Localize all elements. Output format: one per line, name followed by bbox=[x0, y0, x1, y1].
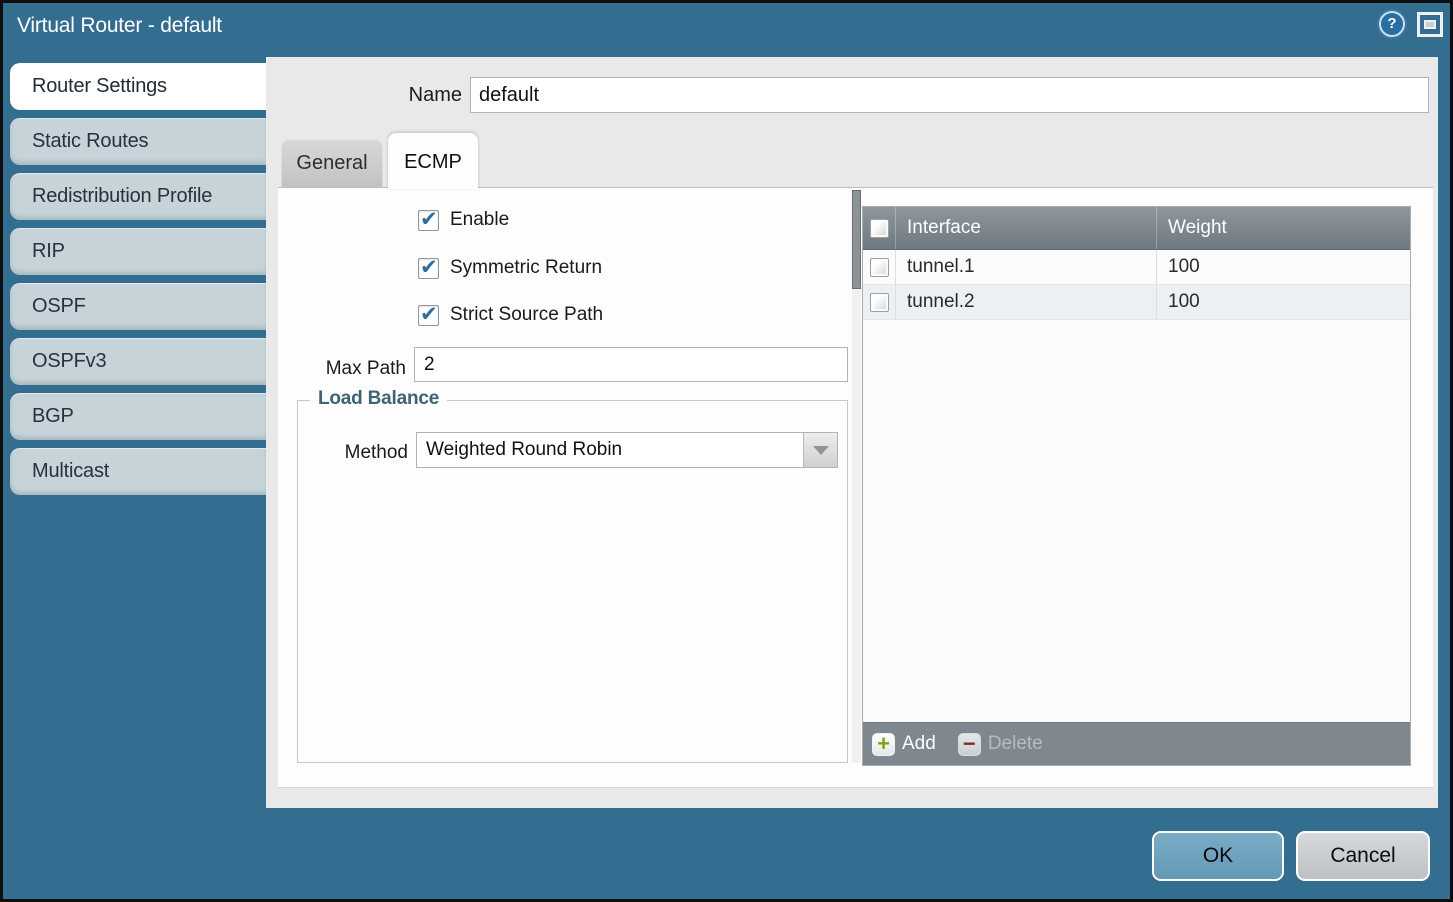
enable-label: Enable bbox=[450, 209, 509, 231]
restore-window-icon[interactable] bbox=[1417, 12, 1443, 37]
strict-source-path-label: Strict Source Path bbox=[450, 304, 603, 326]
delete-button[interactable]: − Delete bbox=[958, 733, 1043, 756]
symmetric-return-checkbox-row[interactable]: ✔ Symmetric Return bbox=[418, 257, 602, 279]
check-icon: ✔ bbox=[420, 302, 438, 327]
table-header-row: Interface Weight bbox=[863, 207, 1410, 250]
name-input[interactable] bbox=[470, 77, 1429, 113]
table-row[interactable]: tunnel.2 100 bbox=[863, 285, 1410, 320]
help-icon[interactable]: ? bbox=[1379, 11, 1405, 37]
sidebar-item-redistribution-profile[interactable]: Redistribution Profile bbox=[10, 173, 267, 220]
check-icon: ✔ bbox=[420, 255, 438, 280]
sidebar-item-ospf[interactable]: OSPF bbox=[10, 283, 267, 330]
symmetric-return-checkbox[interactable]: ✔ bbox=[418, 258, 439, 279]
main-panel: Name General ECMP ✔ Enable ✔ Symmetric R… bbox=[266, 57, 1438, 808]
method-selected-value: Weighted Round Robin bbox=[426, 439, 622, 461]
virtual-router-dialog: Virtual Router - default ? Router Settin… bbox=[0, 0, 1453, 902]
row-checkbox[interactable] bbox=[870, 293, 889, 312]
method-label: Method bbox=[298, 442, 408, 464]
add-button[interactable]: + Add bbox=[872, 733, 936, 756]
sidebar-item-static-routes[interactable]: Static Routes bbox=[10, 118, 267, 165]
weight-cell[interactable]: 100 bbox=[1156, 285, 1410, 319]
method-dropdown-button[interactable] bbox=[803, 433, 837, 467]
strict-source-path-checkbox[interactable]: ✔ bbox=[418, 305, 439, 326]
left-pane-scrollbar[interactable] bbox=[852, 190, 861, 763]
interface-cell[interactable]: tunnel.1 bbox=[895, 250, 1156, 284]
cancel-button[interactable]: Cancel bbox=[1296, 831, 1430, 881]
name-label: Name bbox=[326, 84, 462, 107]
sidebar-item-multicast[interactable]: Multicast bbox=[10, 448, 267, 495]
sidebar-item-router-settings[interactable]: Router Settings bbox=[10, 63, 267, 110]
delete-minus-icon: − bbox=[958, 733, 981, 756]
enable-checkbox[interactable]: ✔ bbox=[418, 210, 439, 231]
sidebar: Router Settings Static Routes Redistribu… bbox=[10, 63, 267, 495]
sidebar-item-ospfv3[interactable]: OSPFv3 bbox=[10, 338, 267, 385]
add-plus-icon: + bbox=[872, 733, 895, 756]
row-checkbox[interactable] bbox=[870, 258, 889, 277]
delete-button-label: Delete bbox=[988, 733, 1043, 755]
ok-button[interactable]: OK bbox=[1152, 831, 1284, 881]
add-button-label: Add bbox=[902, 733, 936, 755]
scrollbar-thumb[interactable] bbox=[852, 190, 861, 289]
dialog-title: Virtual Router - default bbox=[17, 14, 222, 38]
check-icon: ✔ bbox=[420, 207, 438, 232]
chevron-down-icon bbox=[813, 446, 829, 455]
enable-checkbox-row[interactable]: ✔ Enable bbox=[418, 209, 509, 231]
sidebar-item-bgp[interactable]: BGP bbox=[10, 393, 267, 440]
sidebar-item-rip[interactable]: RIP bbox=[10, 228, 267, 275]
table-footer-bar: + Add − Delete bbox=[863, 722, 1410, 765]
method-select[interactable]: Weighted Round Robin bbox=[416, 432, 838, 468]
tab-ecmp[interactable]: ECMP bbox=[388, 133, 478, 189]
max-path-input[interactable] bbox=[414, 347, 848, 382]
weight-cell[interactable]: 100 bbox=[1156, 250, 1410, 284]
strict-source-path-checkbox-row[interactable]: ✔ Strict Source Path bbox=[418, 304, 603, 326]
interface-column-header: Interface bbox=[895, 207, 1156, 249]
restore-window-icon-inner bbox=[1424, 20, 1436, 29]
load-balance-legend: Load Balance bbox=[310, 388, 447, 410]
table-row[interactable]: tunnel.1 100 bbox=[863, 250, 1410, 285]
select-all-checkbox[interactable] bbox=[870, 219, 889, 238]
interface-cell[interactable]: tunnel.2 bbox=[895, 285, 1156, 319]
tab-general[interactable]: General bbox=[281, 139, 383, 188]
interface-table: Interface Weight tunnel.1 100 tunnel.2 1… bbox=[862, 206, 1411, 766]
weight-column-header: Weight bbox=[1156, 207, 1410, 249]
ecmp-tab-content: ✔ Enable ✔ Symmetric Return ✔ Strict Sou… bbox=[278, 187, 1433, 788]
max-path-label: Max Path bbox=[278, 358, 406, 380]
symmetric-return-label: Symmetric Return bbox=[450, 257, 602, 279]
load-balance-group: Load Balance Method Weighted Round Robin bbox=[297, 400, 848, 763]
